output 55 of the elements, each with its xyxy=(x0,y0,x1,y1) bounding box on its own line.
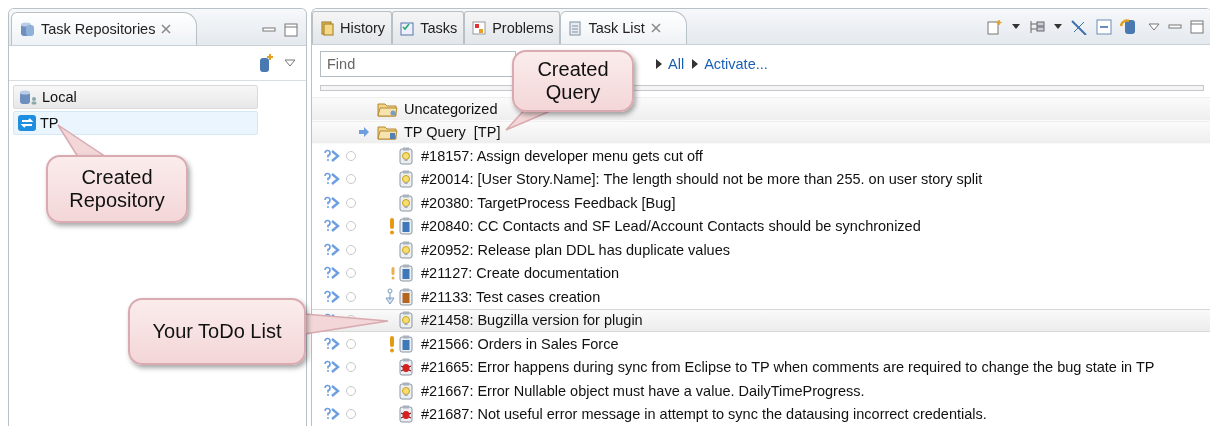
database-user-icon xyxy=(17,89,39,105)
view-menu-icon[interactable] xyxy=(284,58,296,68)
expand-icon xyxy=(692,59,699,70)
repository-name: Local xyxy=(42,89,77,105)
checklist-icon xyxy=(399,20,416,37)
find-field[interactable]: Find xyxy=(320,51,516,78)
callout: Created Query xyxy=(512,50,634,112)
expand-icon xyxy=(656,59,662,70)
category-row[interactable]: TP Query [TP] xyxy=(312,120,1210,144)
task-title: #21667: Error Nullable object must have a value. DailyTimeProgress. xyxy=(421,382,865,399)
category-name: Uncategorized xyxy=(404,100,498,117)
callout: Your ToDo List xyxy=(128,298,306,365)
dropdown-icon[interactable] xyxy=(1054,24,1062,31)
task-title: #20840: CC Contacts and SF Lead/Account Contacts should be synchronized xyxy=(421,218,921,235)
folder-icon xyxy=(377,100,399,117)
callout: Created Repository xyxy=(46,155,188,223)
task-title: #21133: Test cases creation xyxy=(421,288,601,305)
repository-name: TP xyxy=(40,115,59,131)
focus-off-icon[interactable] xyxy=(1070,19,1088,36)
task-title: #18157: Assign developer menu gets cut off xyxy=(421,147,703,164)
add-repository-icon[interactable] xyxy=(258,53,274,73)
task-title: #20952: Release plan DDL has duplicate values xyxy=(421,241,730,258)
view-tab[interactable]: Task List xyxy=(560,11,687,45)
query-folder-icon xyxy=(377,124,399,141)
task-title: #20014: [User Story.Name]: The length should not be more than 255. on user story split xyxy=(421,171,983,188)
repository-item[interactable]: TP xyxy=(13,111,258,135)
arrow-icon xyxy=(358,126,370,139)
history-icon xyxy=(319,20,335,37)
view-tab[interactable]: History xyxy=(312,11,393,45)
task-title: #21458: Bugzilla version for plugin xyxy=(421,312,643,329)
task-list-icon xyxy=(567,20,584,37)
task-title: #21665: Error happens during sync from Eclipse to TP when comments are required to change the bug state in TP xyxy=(421,359,1155,376)
view-menu-icon[interactable] xyxy=(1148,22,1160,33)
view-tab[interactable]: Task Repositories xyxy=(11,12,198,45)
task-title: #20380: TargetProcess Feedback [Bug] xyxy=(421,194,676,211)
view-tab[interactable]: Problems xyxy=(464,11,561,45)
new-task-icon[interactable] xyxy=(986,19,1004,36)
repository-item[interactable]: Local xyxy=(13,85,258,109)
problems-icon xyxy=(471,20,488,37)
filter-link[interactable]: Activate... xyxy=(692,56,768,73)
filter-link[interactable]: All xyxy=(656,56,685,73)
collapse-all-icon[interactable] xyxy=(1096,19,1112,36)
dropdown-icon[interactable] xyxy=(1012,24,1020,31)
close-icon xyxy=(649,22,662,35)
repository-icon xyxy=(17,114,37,132)
task-title: #21687: Not useful error message in attempt to sync the datausing incorrect credentials. xyxy=(421,406,987,423)
maximize-icon[interactable] xyxy=(284,23,298,37)
close-icon xyxy=(160,23,173,35)
hierarchy-icon[interactable] xyxy=(1028,19,1046,36)
category-name: TP Query [TP] xyxy=(404,124,501,141)
task-title: #21127: Create documentation xyxy=(421,265,620,282)
repositories-icon xyxy=(18,21,36,37)
view-tab[interactable]: Tasks xyxy=(392,11,465,45)
maximize-icon[interactable] xyxy=(1190,20,1204,35)
task-title: #21566: Orders in Sales Force xyxy=(421,335,619,352)
